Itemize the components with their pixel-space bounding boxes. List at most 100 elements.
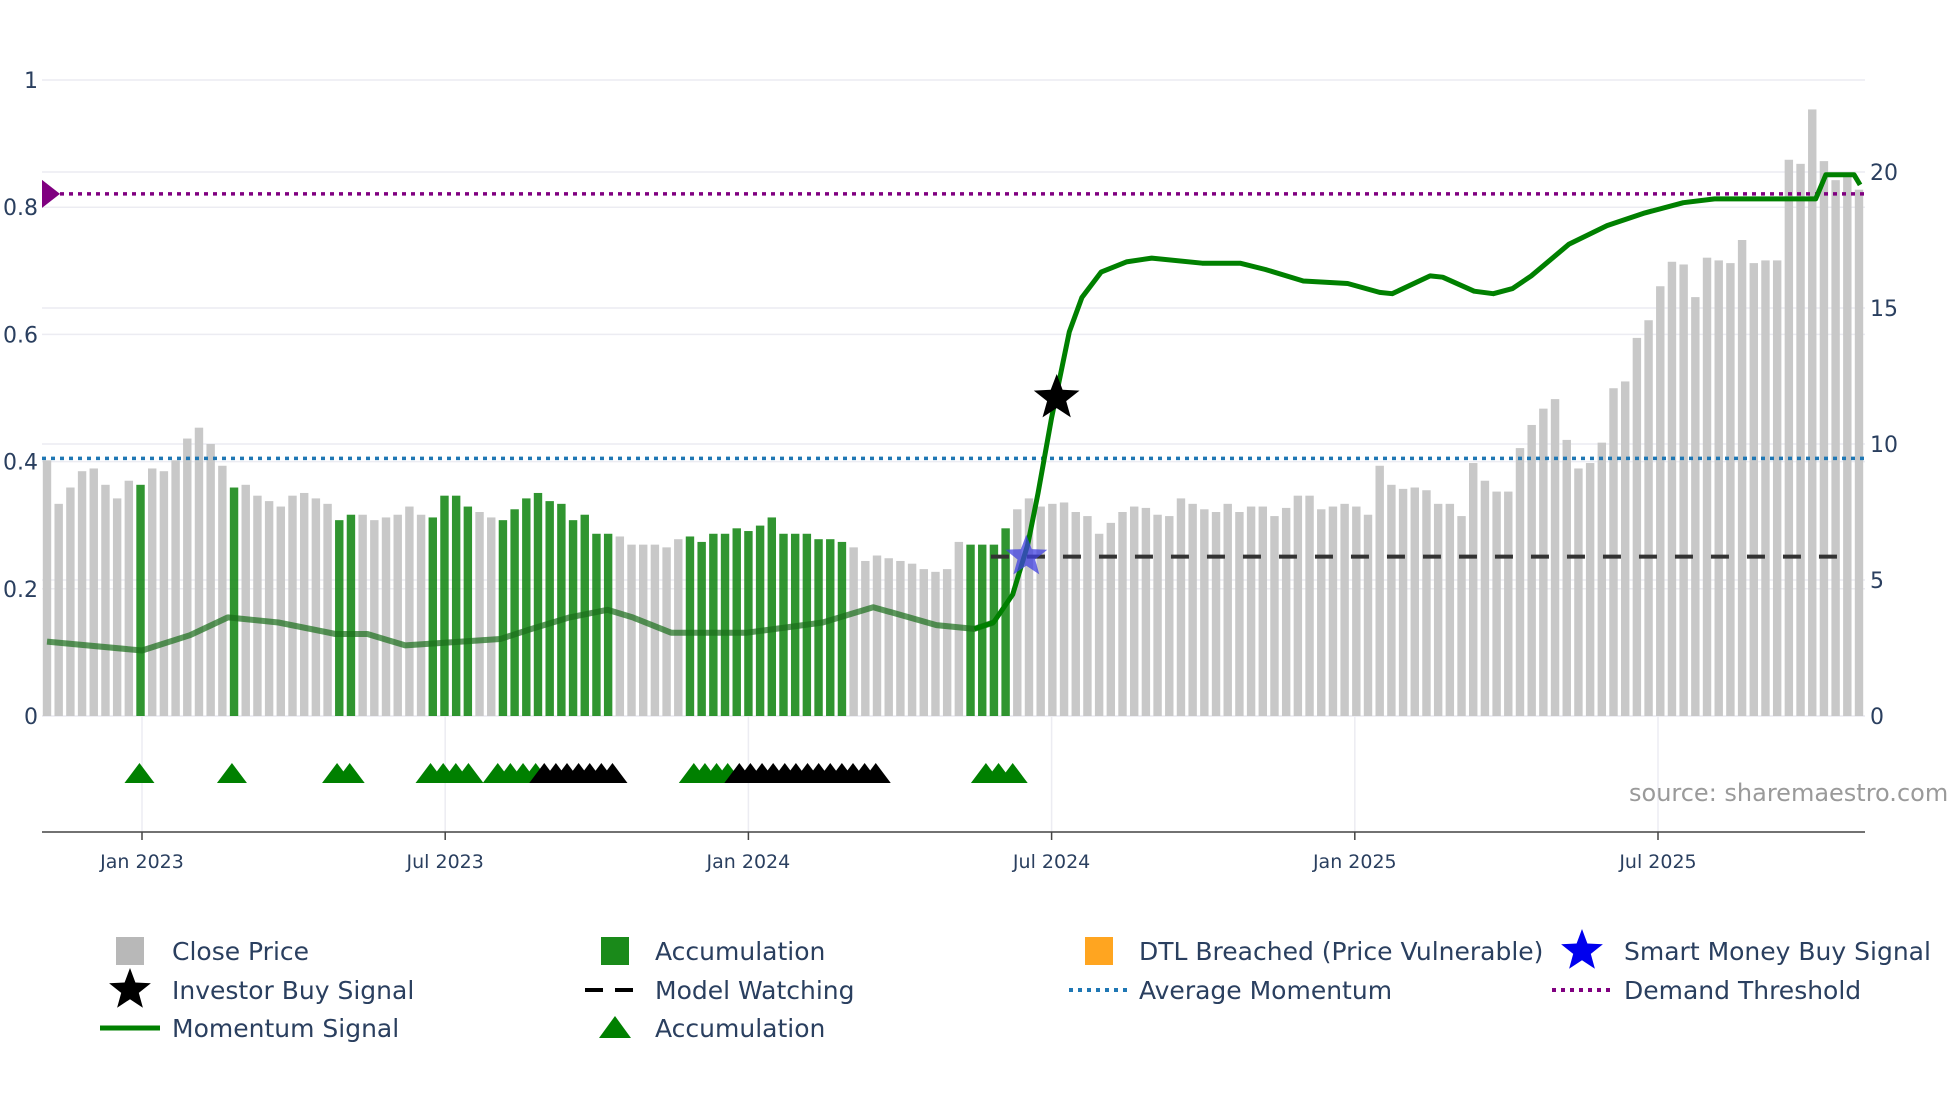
close-price-bar [124, 480, 134, 716]
legend-label: Momentum Signal [172, 1014, 399, 1043]
close-price-bar [1410, 487, 1419, 716]
close-price-bar [1679, 264, 1688, 716]
x-axis-tick-label: Jul 2023 [406, 851, 484, 873]
close-price-bar [1422, 490, 1431, 716]
close-price-bar [1328, 506, 1338, 716]
close-price-bar [919, 569, 928, 716]
accumulation-bar [697, 541, 706, 716]
accumulation-bar [498, 520, 508, 716]
close-price-bar [1562, 439, 1571, 716]
legend-label: DTL Breached (Price Vulnerable) [1139, 937, 1543, 966]
close-price-bar [218, 465, 227, 716]
close-price-bar [148, 468, 157, 716]
accumulation-bar [685, 536, 695, 716]
close-price-bar [1504, 491, 1513, 716]
legend-square-icon [1085, 937, 1113, 965]
close-price-bar [1784, 159, 1794, 716]
close-price-bar [416, 514, 426, 716]
left-axis-tick-label: 0.6 [3, 323, 38, 348]
accumulation-bar [732, 528, 741, 716]
close-price-bar [1270, 516, 1279, 716]
close-price-bar [1281, 507, 1291, 716]
close-price-bar [907, 563, 917, 716]
close-price-bar [1398, 488, 1408, 716]
close-price-bar [1235, 512, 1244, 716]
close-price-bar [194, 427, 204, 716]
close-price-bar [276, 506, 286, 716]
close-price-bar [1188, 503, 1197, 716]
left-axis-tick-label: 0.8 [3, 196, 38, 221]
close-price-bar [475, 512, 484, 716]
close-price-bar [183, 438, 192, 716]
x-axis-tick-label: Jan 2023 [99, 851, 184, 873]
close-price-bar [89, 468, 98, 716]
right-axis-tick-label: 15 [1870, 297, 1898, 322]
close-price-bar [1317, 509, 1326, 716]
close-price-bar [615, 536, 625, 716]
accumulation-bar [592, 533, 601, 716]
close-price-bar [1772, 260, 1782, 716]
close-price-bar [358, 514, 367, 716]
close-price-bar [1702, 257, 1712, 716]
close-price-bar [1831, 180, 1840, 716]
legend-star-icon [109, 968, 151, 1008]
close-price-bar [1854, 189, 1864, 716]
left-axis-tick-label: 0 [24, 705, 38, 730]
close-price-bar [1363, 514, 1373, 716]
close-price-bar [1796, 163, 1805, 717]
close-price-bar [54, 503, 63, 716]
accumulation-bar [989, 544, 999, 716]
close-price-bar [253, 495, 262, 716]
close-price-bar [1340, 503, 1349, 716]
accumulation-bar [767, 517, 777, 716]
close-price-bar [241, 484, 250, 716]
close-price-bar [1094, 533, 1104, 716]
close-price-bar [872, 555, 882, 716]
close-price-bar [1433, 503, 1443, 716]
accumulation-bar [557, 503, 566, 716]
close-price-bar [405, 506, 414, 716]
close-price-bar [1691, 297, 1700, 716]
close-price-bar [1480, 480, 1490, 716]
legend-label: Smart Money Buy Signal [1624, 937, 1931, 966]
close-price-bar [1527, 424, 1536, 716]
close-price-bar [171, 460, 180, 716]
close-price-bar [112, 498, 122, 716]
legend-label: Average Momentum [1139, 976, 1392, 1005]
demand-threshold-marker [42, 179, 60, 208]
accumulation-bar [826, 539, 835, 716]
investor-buy-star-icon [1033, 374, 1080, 418]
legend-item: Accumulation [601, 937, 825, 966]
close-price-bar [1141, 507, 1151, 716]
accumulation-bar [603, 533, 613, 716]
accumulation-bar [814, 539, 823, 716]
accumulation-bar [451, 495, 461, 716]
left-axis-tick-label: 0.4 [3, 451, 38, 476]
accumulation-bar [533, 492, 543, 716]
close-price-bar [1667, 261, 1677, 716]
close-price-bar [381, 517, 391, 716]
close-price-bar [1539, 408, 1548, 716]
right-axis-tick-label: 0 [1870, 705, 1884, 730]
legend-item: Model Watching [585, 976, 855, 1005]
x-axis-tick-label: Jan 2024 [706, 851, 791, 873]
close-price-bar [1819, 161, 1829, 716]
legend-label: Demand Threshold [1624, 976, 1861, 1005]
close-price-bar [1223, 503, 1232, 716]
close-price-bar [1737, 240, 1747, 716]
accumulation-bar [720, 533, 730, 716]
close-price-bar [101, 484, 110, 716]
accumulation-bar [229, 487, 239, 716]
accumulation-bar [463, 506, 473, 716]
close-price-bar [323, 503, 332, 716]
legend-item: DTL Breached (Price Vulnerable) [1085, 937, 1543, 966]
close-price-bar [1246, 506, 1256, 716]
close-price-bar [1726, 263, 1735, 716]
accumulation-bar [440, 495, 449, 716]
legend-item: Momentum Signal [100, 1014, 399, 1043]
close-price-bar [1211, 512, 1221, 716]
accumulation-bar [755, 525, 765, 716]
close-price-bar [1457, 516, 1466, 716]
legend-star-icon [1561, 929, 1603, 969]
close-price-bar [299, 492, 309, 716]
